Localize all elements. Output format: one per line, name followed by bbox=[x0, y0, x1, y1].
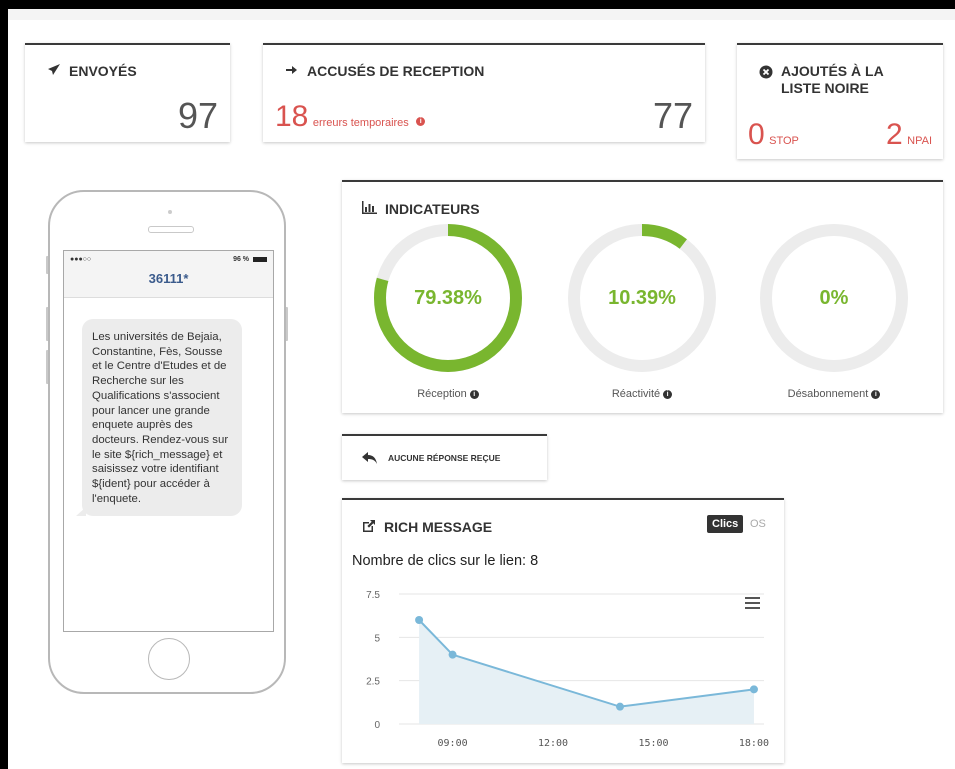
donut-reception: 79.38% bbox=[372, 222, 524, 374]
tab-os[interactable]: OS bbox=[750, 518, 766, 530]
clicks-line-chart: 0 2.5 5 7.5 09:00 12:00 15:00 18:00 bbox=[366, 590, 769, 749]
errors-count: 18 bbox=[275, 100, 309, 133]
phone-home-button bbox=[148, 638, 190, 680]
stat-card-blacklist: AJOUTÉS À LA LISTE NOIRE 0 STOP 2 NPAI bbox=[737, 43, 943, 159]
phone-header: ●●●○○ 96 % 36111* bbox=[64, 251, 273, 298]
sender-number: 36111* bbox=[148, 271, 189, 286]
donut-reactivity: 10.39% bbox=[566, 222, 718, 374]
received-count: 77 bbox=[652, 95, 693, 136]
window-frame-left bbox=[0, 9, 8, 769]
battery-indicator: 96 % bbox=[233, 256, 267, 263]
x-tick-label: 09:00 bbox=[438, 738, 468, 749]
received-title: ACCUSÉS DE RECEPTION bbox=[307, 63, 485, 79]
sign-in-icon bbox=[286, 66, 297, 74]
stop-count: 0 bbox=[748, 118, 765, 151]
reception-value: 79.38% bbox=[414, 286, 482, 309]
npai-count: 2 bbox=[886, 118, 903, 151]
rich-message-card: RICH MESSAGE Clics OS Nombre de clics su… bbox=[342, 498, 784, 763]
blacklist-title-line1: AJOUTÉS À LA bbox=[781, 63, 884, 79]
battery-icon bbox=[253, 256, 267, 262]
indicators-title: INDICATEURS bbox=[385, 201, 480, 217]
reply-icon bbox=[362, 452, 377, 464]
blacklist-title-line2: LISTE NOIRE bbox=[781, 80, 869, 96]
unsubscribe-label: Désabonnement i bbox=[754, 388, 914, 400]
tab-clics[interactable]: Clics bbox=[707, 515, 744, 533]
stat-card-received: ACCUSÉS DE RECEPTION 18 erreurs temporai… bbox=[263, 43, 705, 142]
info-icon[interactable]: i bbox=[663, 389, 673, 399]
sms-bubble: Les universités de Bejaia, Constantine, … bbox=[76, 319, 242, 517]
donut-unsubscribe: 0% bbox=[758, 222, 910, 374]
npai-label: NPAI bbox=[907, 135, 932, 147]
sent-title: ENVOYÉS bbox=[69, 63, 137, 79]
bubble-tail bbox=[76, 507, 86, 517]
battery-percent: 96 % bbox=[233, 256, 250, 263]
stop-stat: 0 STOP bbox=[748, 118, 799, 152]
errors-label: erreurs temporaires bbox=[312, 117, 409, 129]
y-tick-label: 5 bbox=[374, 633, 380, 644]
stat-card-sent: ENVOYÉS 97 bbox=[25, 43, 230, 142]
info-icon[interactable]: i bbox=[871, 389, 881, 399]
x-tick-label: 12:00 bbox=[538, 738, 568, 749]
external-link-icon bbox=[363, 520, 375, 532]
phone-camera bbox=[168, 210, 172, 214]
sms-message: Les universités de Bejaia, Constantine, … bbox=[92, 331, 229, 505]
status-bar: ●●●○○ 96 % bbox=[64, 251, 273, 266]
temporary-errors: 18 erreurs temporaires i bbox=[275, 100, 426, 134]
indicators-card: INDICATEURS 79.38% Réception i 10.39% Réa… bbox=[342, 180, 943, 413]
rich-message-title: RICH MESSAGE bbox=[384, 519, 493, 535]
info-icon[interactable]: i bbox=[416, 117, 426, 127]
npai-stat: 2 NPAI bbox=[886, 118, 932, 152]
data-point bbox=[749, 685, 758, 694]
info-icon[interactable]: i bbox=[469, 389, 479, 399]
x-tick-label: 15:00 bbox=[638, 738, 668, 749]
data-point bbox=[415, 616, 424, 624]
series-area bbox=[419, 620, 754, 724]
window-frame-top bbox=[0, 0, 955, 9]
data-point bbox=[448, 650, 457, 659]
y-tick-label: 2.5 bbox=[366, 677, 380, 688]
times-circle-icon bbox=[759, 65, 773, 79]
stop-label: STOP bbox=[769, 135, 799, 147]
phone-speaker bbox=[148, 226, 194, 233]
y-tick-label: 0 bbox=[374, 720, 380, 731]
reactivity-value: 10.39% bbox=[608, 286, 676, 309]
clicks-count-label: Nombre de clics sur le lien: 8 bbox=[352, 553, 539, 569]
y-tick-label: 7.5 bbox=[366, 590, 380, 601]
x-tick-label: 18:00 bbox=[739, 738, 769, 749]
responses-card[interactable]: AUCUNE RÉPONSE REÇUE bbox=[342, 434, 547, 480]
chart-menu-icon[interactable] bbox=[745, 597, 760, 609]
paper-plane-icon bbox=[48, 64, 60, 75]
data-point bbox=[616, 702, 625, 711]
reception-label: Réception i bbox=[368, 388, 528, 400]
signal-indicator: ●●●○○ bbox=[70, 256, 92, 263]
phone-screen: ●●●○○ 96 % 36111* Les universités de Bej… bbox=[63, 250, 274, 632]
top-strip bbox=[8, 9, 955, 20]
unsubscribe-value: 0% bbox=[819, 286, 849, 309]
sent-count: 97 bbox=[177, 95, 218, 136]
bar-chart-icon bbox=[362, 201, 377, 214]
reactivity-label: Réactivité i bbox=[562, 388, 722, 400]
no-response-label: AUCUNE RÉPONSE REÇUE bbox=[388, 453, 501, 463]
